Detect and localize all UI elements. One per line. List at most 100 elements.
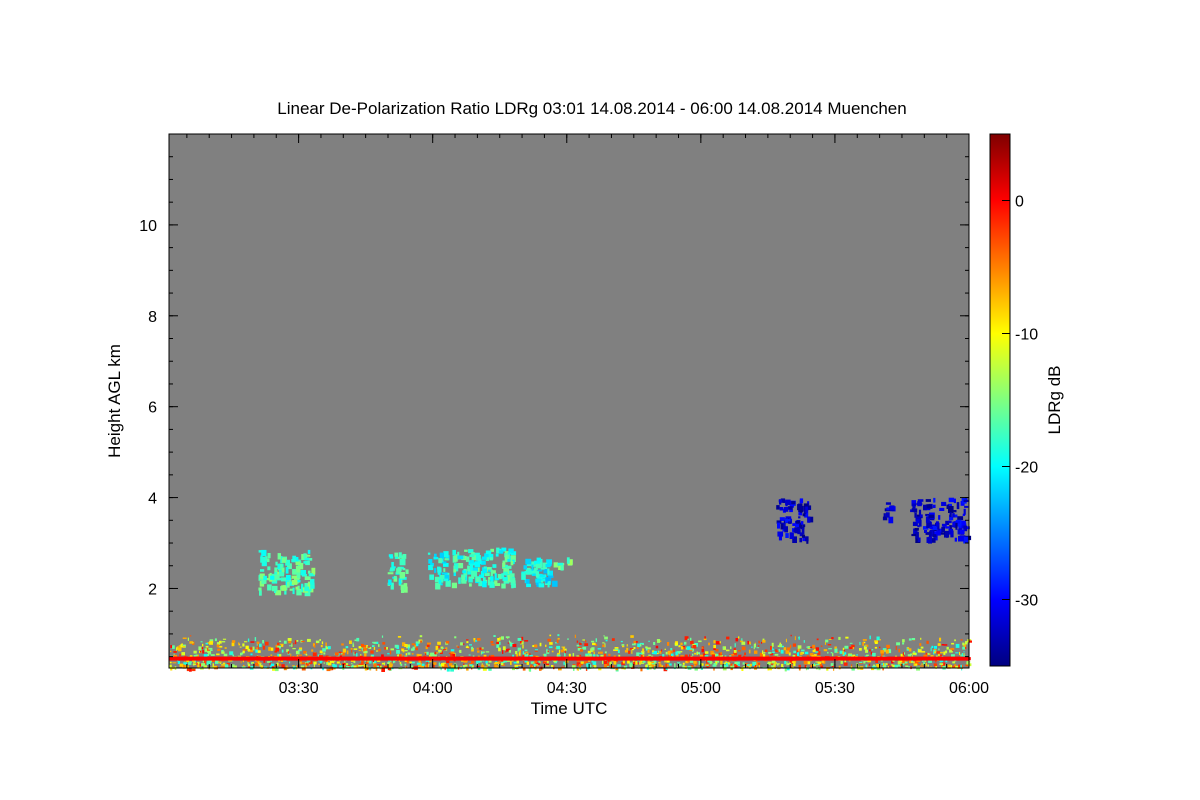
cloud-pixel	[277, 553, 281, 560]
cloud-pixel	[469, 554, 475, 557]
bl-pixel	[930, 655, 934, 657]
bl-pixel	[204, 648, 208, 652]
cloud-pixel	[470, 564, 474, 571]
cloud-pixel	[780, 523, 784, 530]
bl-pixel	[387, 653, 390, 655]
bl-pixel	[882, 662, 885, 667]
bl-pixel	[696, 651, 698, 656]
bl-pixel	[626, 647, 629, 651]
bl-pixel	[661, 665, 663, 667]
bl-pixel	[659, 651, 662, 654]
bl-pixel	[792, 643, 796, 647]
cloud-pixel	[289, 588, 293, 591]
bl-pixel	[647, 647, 651, 650]
cloud-pixel	[443, 563, 449, 567]
bl-pixel	[741, 646, 746, 651]
chart-title: Linear De-Polarization Ratio LDRg 03:01 …	[277, 99, 906, 118]
bl-pixel	[794, 636, 796, 641]
bl-pixel	[908, 638, 912, 641]
cloud-pixel	[539, 574, 545, 578]
cloud-pixel	[467, 565, 470, 572]
bl-pixel	[520, 640, 522, 644]
bl-pixel	[959, 651, 961, 656]
bl-pixel	[911, 638, 916, 641]
cloud-pixel	[457, 555, 464, 560]
bl-pixel	[733, 650, 737, 653]
bl-pixel	[603, 635, 605, 637]
bl-pixel	[712, 664, 716, 667]
cloud-pixel	[885, 512, 890, 518]
cloud-pixel	[785, 533, 789, 538]
bl-pixel	[945, 650, 948, 654]
bl-pixel	[797, 645, 802, 649]
bl-pixel	[742, 662, 745, 665]
bl-pixel	[367, 660, 369, 663]
bl-pixel	[806, 646, 811, 648]
bl-pixel	[797, 652, 800, 657]
bl-pixel	[498, 647, 501, 652]
bl-pixel	[381, 662, 385, 665]
bl-pixel	[851, 664, 853, 666]
bl-pixel	[265, 641, 269, 646]
bl-pixel	[708, 642, 710, 646]
cloud-pixel	[300, 570, 306, 576]
bl-pixel	[341, 643, 344, 646]
bl-pixel	[767, 661, 772, 664]
bl-pixel	[221, 664, 225, 666]
bl-pixel	[450, 653, 453, 657]
bl-pixel	[315, 640, 320, 644]
bl-pixel	[698, 640, 702, 643]
bl-pixel	[737, 661, 740, 665]
bl-pixel	[307, 638, 311, 642]
bl-pixel	[925, 662, 927, 667]
bl-pixel	[888, 663, 890, 665]
bl-pixel	[487, 664, 490, 666]
bl-pixel	[682, 646, 685, 648]
bl-pixel	[910, 661, 915, 663]
cloud-pixel	[508, 548, 514, 553]
bl-pixel	[184, 660, 186, 663]
y-tick-label: 4	[148, 491, 157, 508]
cloud-pixel	[481, 556, 487, 560]
bl-pixel	[734, 664, 737, 667]
bl-pixel	[781, 663, 784, 668]
cloud-pixel	[948, 520, 952, 524]
cloud-pixel	[536, 557, 541, 562]
bl-pixel	[222, 662, 226, 664]
bl-pixel	[603, 661, 607, 665]
bl-pixel	[372, 641, 374, 644]
cloud-pixel	[916, 519, 920, 524]
bl-pixel	[730, 646, 732, 650]
cloud-pixel	[925, 499, 931, 502]
bl-pixel	[919, 643, 922, 646]
cloud-pixel	[540, 580, 544, 583]
bl-pixel	[407, 652, 411, 655]
cloud-pixel	[504, 555, 508, 563]
bl-pixel	[242, 664, 245, 667]
bl-pixel	[678, 645, 681, 648]
bl-pixel	[690, 640, 694, 645]
bl-pixel	[595, 638, 597, 642]
bl-pixel	[576, 663, 579, 667]
y-tick-label: 2	[148, 581, 157, 598]
bl-pixel	[886, 649, 889, 654]
cloud-pixel	[783, 507, 789, 512]
bl-pixel	[907, 647, 910, 650]
cloud-pixel	[498, 550, 504, 554]
bl-pixel	[257, 644, 259, 648]
bl-pixel	[625, 665, 628, 668]
bl-pixel	[526, 661, 529, 665]
bl-pixel	[325, 642, 327, 646]
bl-pixel	[726, 636, 730, 640]
cloud-pixel	[948, 530, 952, 534]
bl-pixel	[611, 638, 615, 641]
cloud-pixel	[560, 564, 564, 571]
cloud-pixel	[274, 590, 277, 593]
cloud-pixel	[777, 531, 784, 537]
bl-pixel	[591, 640, 595, 643]
bl-pixel	[726, 649, 730, 652]
bl-pixel	[753, 647, 755, 650]
bl-pixel	[173, 651, 177, 653]
bl-pixel	[507, 648, 510, 651]
bl-pixel	[494, 665, 499, 668]
